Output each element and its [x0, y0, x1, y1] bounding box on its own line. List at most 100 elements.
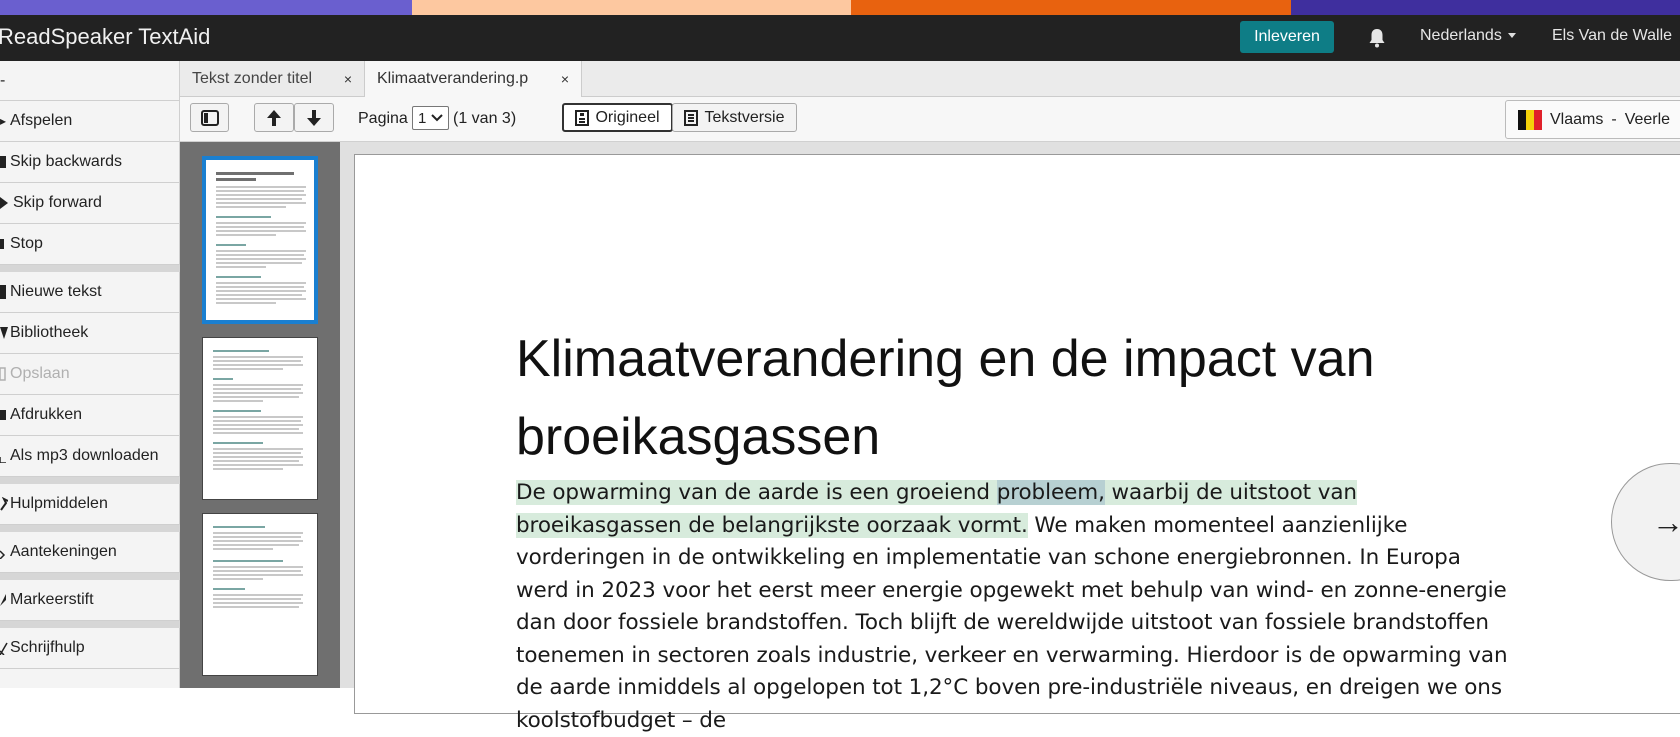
previous-page-button[interactable]	[254, 103, 294, 132]
tab-untitled-text[interactable]: Tekst zonder titel ×	[180, 61, 365, 97]
skip-forward-icon	[0, 195, 13, 211]
chevron-down-icon	[1507, 33, 1516, 39]
voice-language: Vlaams	[1550, 110, 1604, 128]
close-icon[interactable]: ×	[561, 71, 569, 87]
language-label: Nederlands	[1420, 27, 1502, 44]
next-page-button[interactable]	[294, 103, 334, 132]
sidebar-item-label: Nieuwe tekst	[10, 283, 102, 300]
document-toolbar: Pagina 1 (1 van 3) Origineel Tekstversie…	[180, 97, 1680, 142]
page-thumbnail-1[interactable]	[202, 156, 318, 324]
bell-icon[interactable]	[1367, 27, 1387, 49]
sidebar-divider	[0, 525, 180, 532]
tab-klimaatverandering[interactable]: Klimaatverandering.p ×	[365, 61, 582, 97]
voice-selector[interactable]: Vlaams - Veerle	[1505, 100, 1680, 139]
sidebar-item-skip-forward[interactable]: Skip forward	[0, 183, 180, 224]
sidebar-item-play[interactable]: ▸ Afspelen	[0, 101, 180, 142]
sidebar-item-stop[interactable]: Stop	[0, 224, 180, 265]
view-text-button[interactable]: Tekstversie	[672, 103, 797, 132]
print-icon	[0, 407, 10, 423]
sidebar-item-highlighter[interactable]: Markeerstift	[0, 580, 180, 621]
page-select[interactable]: 1	[412, 106, 449, 130]
sidebar-item-download-mp3[interactable]: Als mp3 downloaden	[0, 436, 180, 477]
collapse-label: -	[0, 71, 6, 89]
next-page-arrow-button[interactable]: →	[1611, 463, 1680, 581]
sidebar-collapse-button[interactable]: -	[0, 61, 180, 101]
sidebar-item-label: Schrijfhulp	[10, 639, 85, 656]
sidebar-divider	[0, 265, 180, 272]
writing-help-icon	[0, 640, 10, 656]
document-viewer: Klimaatverandering en de impact van broe…	[340, 142, 1680, 733]
sidebar-item-tools[interactable]: Hulpmiddelen	[0, 484, 180, 525]
stripe-segment-peach	[412, 0, 851, 15]
highlighter-icon	[0, 592, 10, 608]
document-paragraph[interactable]: De opwarming van de aarde is een groeien…	[516, 477, 1516, 737]
stripe-segment-orange	[851, 0, 1291, 15]
text-version-icon	[684, 109, 699, 126]
document-tabs: Tekst zonder titel × Klimaatverandering.…	[180, 61, 1680, 97]
voice-name: Veerle	[1624, 110, 1671, 128]
sidebar-item-label: Aantekeningen	[10, 543, 117, 560]
sidebar-item-label: Skip forward	[13, 194, 102, 211]
sentence-part: De opwarming van de aarde is een groeien…	[516, 480, 997, 505]
arrow-down-icon	[307, 109, 321, 126]
library-icon	[0, 325, 10, 341]
sidebar: - ▸ Afspelen Skip backwards Skip forward…	[0, 61, 180, 688]
toggle-thumbnails-button[interactable]	[190, 103, 229, 132]
app-title: ReadSpeaker TextAid	[0, 24, 211, 49]
document-page: Klimaatverandering en de impact van broe…	[354, 154, 1680, 733]
sidebar-item-label: Hulpmiddelen	[10, 495, 108, 512]
sidebar-item-skip-backwards[interactable]: Skip backwards	[0, 142, 180, 183]
sidebar-item-print[interactable]: Afdrukken	[0, 395, 180, 436]
new-document-icon	[0, 284, 10, 300]
sidebar-panel-icon	[200, 109, 219, 126]
sidebar-item-label: Als mp3 downloaden	[10, 447, 159, 464]
sidebar-item-label: Skip backwards	[10, 153, 123, 170]
sidebar-item-label: Stop	[10, 235, 43, 252]
sidebar-item-writing-help[interactable]: Schrijfhulp	[0, 628, 180, 669]
sidebar-divider	[0, 621, 180, 628]
view-text-label: Tekstversie	[704, 108, 785, 126]
tab-label: Klimaatverandering.p	[377, 70, 529, 87]
language-dropdown[interactable]: Nederlands	[1420, 27, 1516, 45]
view-original-button[interactable]: Origineel	[562, 103, 673, 132]
arrow-right-icon: →	[1652, 503, 1680, 540]
close-icon[interactable]: ×	[344, 71, 352, 87]
sidebar-item-new-text[interactable]: Nieuwe tekst	[0, 272, 180, 313]
belgium-flag-icon	[1518, 109, 1542, 130]
sidebar-item-label: Afspelen	[10, 112, 73, 129]
sidebar-item-library[interactable]: Bibliotheek	[0, 313, 180, 354]
user-menu[interactable]: Els Van de Walle	[1552, 27, 1672, 45]
stripe-segment-indigo	[1291, 0, 1680, 15]
page-count: (1 van 3)	[453, 110, 517, 127]
document-title-line: broeikasgassen	[516, 408, 881, 466]
sidebar-item-notes[interactable]: Aantekeningen	[0, 532, 180, 573]
stop-icon	[0, 236, 10, 252]
sidebar-item-label: Opslaan	[10, 365, 70, 382]
sidebar-divider	[0, 573, 180, 580]
page-thumbnail-2[interactable]	[202, 337, 318, 500]
tab-label: Tekst zonder titel	[192, 70, 313, 87]
skip-back-icon	[0, 154, 10, 170]
document-title-line: Klimaatverandering en de impact van	[516, 330, 1375, 388]
tools-icon	[0, 496, 10, 512]
sidebar-item-label: Markeerstift	[10, 591, 94, 608]
top-navbar: ReadSpeaker TextAid Inleveren Nederlands…	[0, 15, 1680, 61]
download-icon	[0, 448, 10, 464]
chevron-down-icon	[431, 114, 444, 122]
sidebar-item-save: Opslaan	[0, 354, 180, 395]
arrow-up-icon	[267, 109, 281, 126]
view-original-label: Origineel	[595, 108, 660, 126]
save-icon	[0, 366, 10, 382]
stripe-segment-purple	[0, 0, 412, 15]
page-label: Pagina	[358, 110, 408, 127]
sidebar-item-label: Bibliotheek	[10, 324, 89, 341]
page-thumbnails	[180, 142, 340, 688]
voice-separator: -	[1611, 110, 1617, 128]
paragraph-text: We maken momenteel aanzienlijke vorderin…	[516, 512, 1508, 733]
sidebar-item-label: Afdrukken	[10, 406, 83, 423]
brand-stripe	[0, 0, 1680, 15]
page-thumbnail-3[interactable]	[202, 513, 318, 676]
document-title: Klimaatverandering en de impact van broe…	[516, 320, 1416, 476]
submit-button[interactable]: Inleveren	[1240, 21, 1334, 53]
document-icon	[575, 109, 590, 126]
